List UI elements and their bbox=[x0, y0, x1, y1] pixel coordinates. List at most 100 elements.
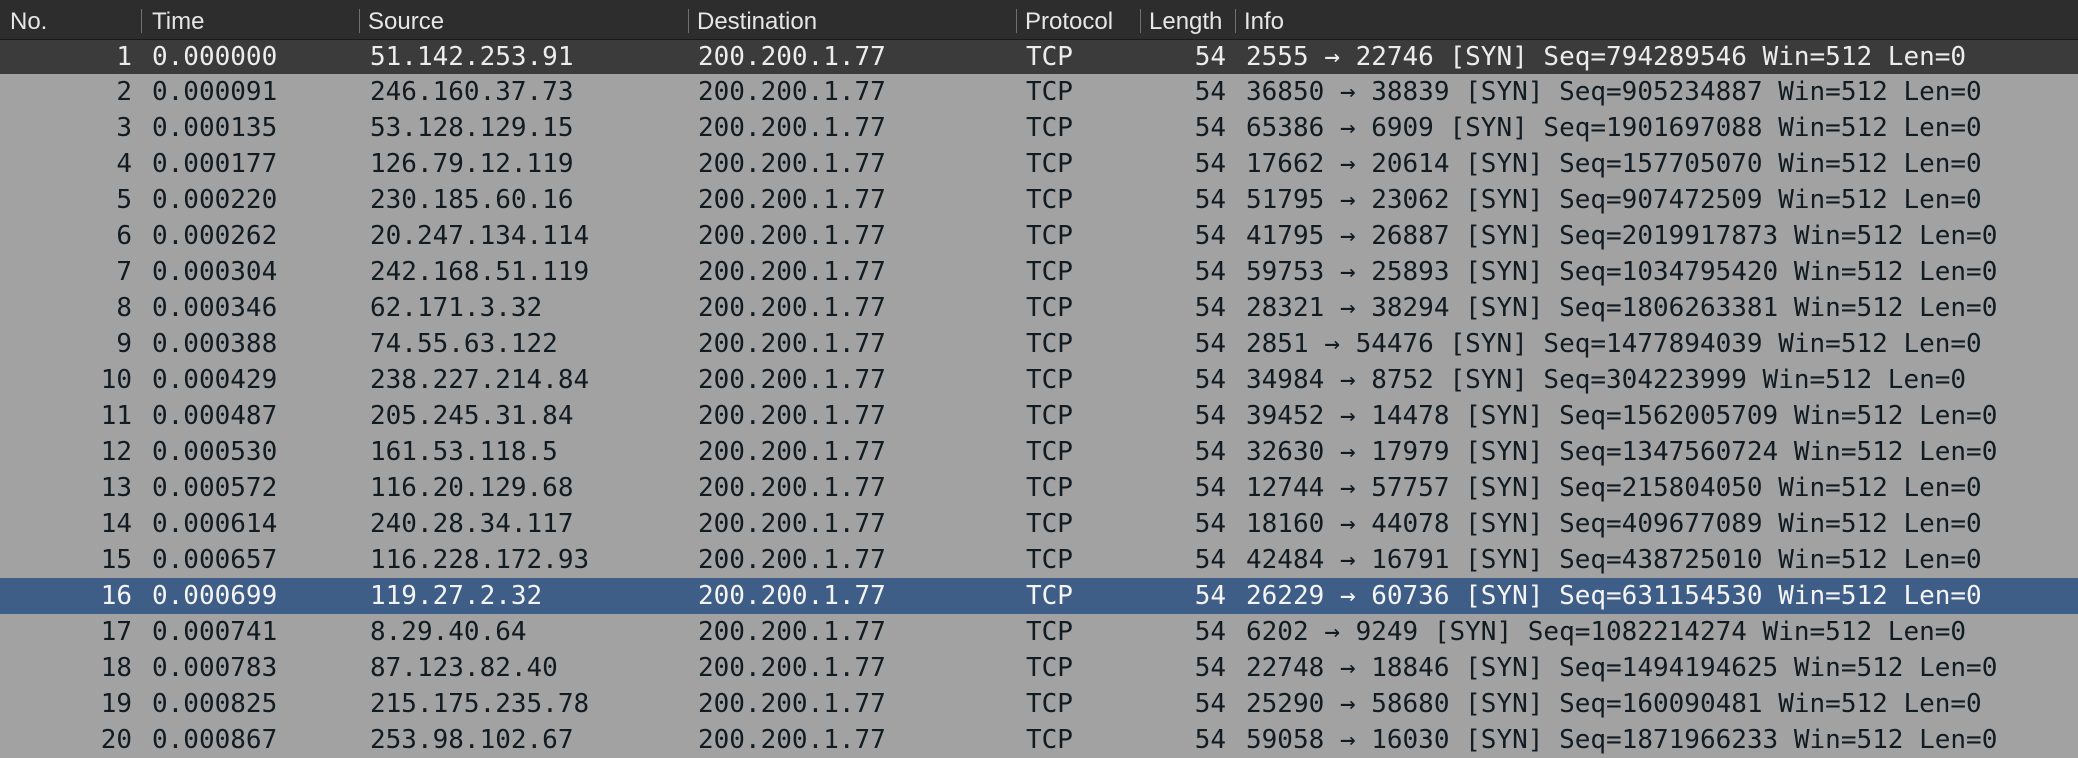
packet-destination: 200.200.1.77 bbox=[698, 221, 886, 251]
packet-time: 0.000135 bbox=[152, 113, 278, 143]
packet-destination: 200.200.1.77 bbox=[698, 365, 886, 395]
packet-info: 51795 → 23062 [SYN] Seq=907472509 Win=51… bbox=[1246, 185, 1982, 215]
column-divider[interactable] bbox=[1140, 9, 1141, 33]
table-row[interactable]: 19 0.000825 215.175.235.78 200.200.1.77 TCP 5… bbox=[0, 686, 2078, 722]
table-row[interactable]: 18 0.000783 87.123.82.40 200.200.1.77 TCP 54 2… bbox=[0, 650, 2078, 686]
column-header-no[interactable]: No. bbox=[10, 0, 130, 40]
packet-info: 59753 → 25893 [SYN] Seq=1034795420 Win=5… bbox=[1246, 257, 1998, 287]
packet-destination: 200.200.1.77 bbox=[698, 653, 886, 683]
packet-time: 0.000429 bbox=[152, 365, 278, 395]
packet-source: 87.123.82.40 bbox=[370, 653, 558, 683]
column-header-info[interactable]: Info bbox=[1244, 0, 1544, 40]
packet-protocol: TCP bbox=[1026, 617, 1073, 647]
packet-protocol: TCP bbox=[1026, 185, 1073, 215]
packet-source: 240.28.34.117 bbox=[370, 509, 574, 539]
table-row[interactable]: 6 0.000262 20.247.134.114 200.200.1.77 TCP 54… bbox=[0, 218, 2078, 254]
packet-protocol: TCP bbox=[1026, 653, 1073, 683]
packet-rows: 1 0.000000 51.142.253.91 200.200.1.77 TCP 54 2… bbox=[0, 40, 2078, 758]
packet-number: 12 bbox=[100, 437, 132, 467]
table-row[interactable]: 15 0.000657 116.228.172.93 200.200.1.77 TCP 5… bbox=[0, 542, 2078, 578]
packet-number: 5 bbox=[116, 185, 132, 215]
packet-time: 0.000530 bbox=[152, 437, 278, 467]
packet-source: 53.128.129.15 bbox=[370, 113, 574, 143]
packet-number: 20 bbox=[100, 725, 132, 755]
packet-time: 0.000220 bbox=[152, 185, 278, 215]
packet-length: 54 bbox=[1194, 149, 1226, 179]
packet-length: 54 bbox=[1194, 725, 1226, 755]
packet-destination: 200.200.1.77 bbox=[698, 77, 886, 107]
packet-number: 4 bbox=[116, 149, 132, 179]
packet-destination: 200.200.1.77 bbox=[698, 545, 886, 575]
packet-length: 54 bbox=[1194, 473, 1226, 503]
column-divider[interactable] bbox=[1235, 9, 1236, 33]
table-row[interactable]: 5 0.000220 230.185.60.16 200.200.1.77 TCP 54 5… bbox=[0, 182, 2078, 218]
packet-list-header: No. Time Source Destination Protocol Len… bbox=[0, 0, 2078, 40]
packet-length: 54 bbox=[1194, 653, 1226, 683]
packet-destination: 200.200.1.77 bbox=[698, 329, 886, 359]
packet-length: 54 bbox=[1194, 365, 1226, 395]
packet-protocol: TCP bbox=[1026, 257, 1073, 287]
table-row[interactable]: 4 0.000177 126.79.12.119 200.200.1.77 TCP 54 1… bbox=[0, 146, 2078, 182]
packet-info: 22748 → 18846 [SYN] Seq=1494194625 Win=5… bbox=[1246, 653, 1998, 683]
packet-protocol: TCP bbox=[1026, 581, 1073, 611]
packet-source: 205.245.31.84 bbox=[370, 401, 574, 431]
packet-destination: 200.200.1.77 bbox=[698, 42, 886, 72]
packet-destination: 200.200.1.77 bbox=[698, 473, 886, 503]
packet-length: 54 bbox=[1194, 257, 1226, 287]
packet-destination: 200.200.1.77 bbox=[698, 437, 886, 467]
table-row[interactable]: 14 0.000614 240.28.34.117 200.200.1.77 TCP 54… bbox=[0, 506, 2078, 542]
packet-time: 0.000262 bbox=[152, 221, 278, 251]
table-row[interactable]: 9 0.000388 74.55.63.122 200.200.1.77 TCP 54 28… bbox=[0, 326, 2078, 362]
column-divider[interactable] bbox=[359, 9, 360, 33]
packet-time: 0.000091 bbox=[152, 77, 278, 107]
column-header-source[interactable]: Source bbox=[368, 0, 683, 40]
column-divider[interactable] bbox=[141, 9, 142, 33]
column-header-destination[interactable]: Destination bbox=[697, 0, 1012, 40]
column-divider[interactable] bbox=[1016, 9, 1017, 33]
packet-protocol: TCP bbox=[1026, 401, 1073, 431]
packet-source: 126.79.12.119 bbox=[370, 149, 574, 179]
packet-number: 11 bbox=[100, 401, 132, 431]
table-row[interactable]: 12 0.000530 161.53.118.5 200.200.1.77 TCP 54 3… bbox=[0, 434, 2078, 470]
packet-source: 230.185.60.16 bbox=[370, 185, 574, 215]
packet-info: 39452 → 14478 [SYN] Seq=1562005709 Win=5… bbox=[1246, 401, 1998, 431]
table-row[interactable]: 3 0.000135 53.128.129.15 200.200.1.77 TCP 54 6… bbox=[0, 110, 2078, 146]
packet-source: 119.27.2.32 bbox=[370, 581, 543, 611]
table-row[interactable]: 8 0.000346 62.171.3.32 200.200.1.77 TCP 54 283… bbox=[0, 290, 2078, 326]
packet-info: 42484 → 16791 [SYN] Seq=438725010 Win=51… bbox=[1246, 545, 1982, 575]
packet-number: 7 bbox=[116, 257, 132, 287]
packet-number: 15 bbox=[100, 545, 132, 575]
packet-length: 54 bbox=[1194, 329, 1226, 359]
column-divider[interactable] bbox=[688, 9, 689, 33]
packet-number: 14 bbox=[100, 509, 132, 539]
column-header-protocol[interactable]: Protocol bbox=[1025, 0, 1135, 40]
packet-info: 28321 → 38294 [SYN] Seq=1806263381 Win=5… bbox=[1246, 293, 1998, 323]
table-row[interactable]: 7 0.000304 242.168.51.119 200.200.1.77 TCP 54… bbox=[0, 254, 2078, 290]
table-row[interactable]: 20 0.000867 253.98.102.67 200.200.1.77 TCP 54… bbox=[0, 722, 2078, 758]
packet-protocol: TCP bbox=[1026, 113, 1073, 143]
table-row[interactable]: 11 0.000487 205.245.31.84 200.200.1.77 TCP 54… bbox=[0, 398, 2078, 434]
packet-source: 8.29.40.64 bbox=[370, 617, 527, 647]
packet-destination: 200.200.1.77 bbox=[698, 581, 886, 611]
packet-protocol: TCP bbox=[1026, 689, 1073, 719]
packet-source: 74.55.63.122 bbox=[370, 329, 558, 359]
packet-destination: 200.200.1.77 bbox=[698, 725, 886, 755]
packet-protocol: TCP bbox=[1026, 545, 1073, 575]
table-row[interactable]: 2 0.000091 246.160.37.73 200.200.1.77 TCP 54 3… bbox=[0, 74, 2078, 110]
column-header-time[interactable]: Time bbox=[152, 0, 352, 40]
packet-protocol: TCP bbox=[1026, 329, 1073, 359]
packet-time: 0.000572 bbox=[152, 473, 278, 503]
table-row[interactable]: 17 0.000741 8.29.40.64 200.200.1.77 TCP 54 620… bbox=[0, 614, 2078, 650]
table-row-selected[interactable]: 16 0.000699 119.27.2.32 200.200.1.77 TCP 54 26… bbox=[0, 578, 2078, 614]
table-row[interactable]: 10 0.000429 238.227.214.84 200.200.1.77 TCP 5… bbox=[0, 362, 2078, 398]
packet-length: 54 bbox=[1194, 293, 1226, 323]
column-header-length[interactable]: Length bbox=[1149, 0, 1232, 40]
packet-protocol: TCP bbox=[1026, 473, 1073, 503]
packet-length: 54 bbox=[1194, 509, 1226, 539]
packet-length: 54 bbox=[1194, 689, 1226, 719]
table-row[interactable]: 1 0.000000 51.142.253.91 200.200.1.77 TCP 54 2… bbox=[0, 40, 2078, 74]
table-row[interactable]: 13 0.000572 116.20.129.68 200.200.1.77 TCP 54… bbox=[0, 470, 2078, 506]
packet-length: 54 bbox=[1194, 77, 1226, 107]
packet-number: 17 bbox=[100, 617, 132, 647]
packet-number: 1 bbox=[116, 42, 132, 72]
